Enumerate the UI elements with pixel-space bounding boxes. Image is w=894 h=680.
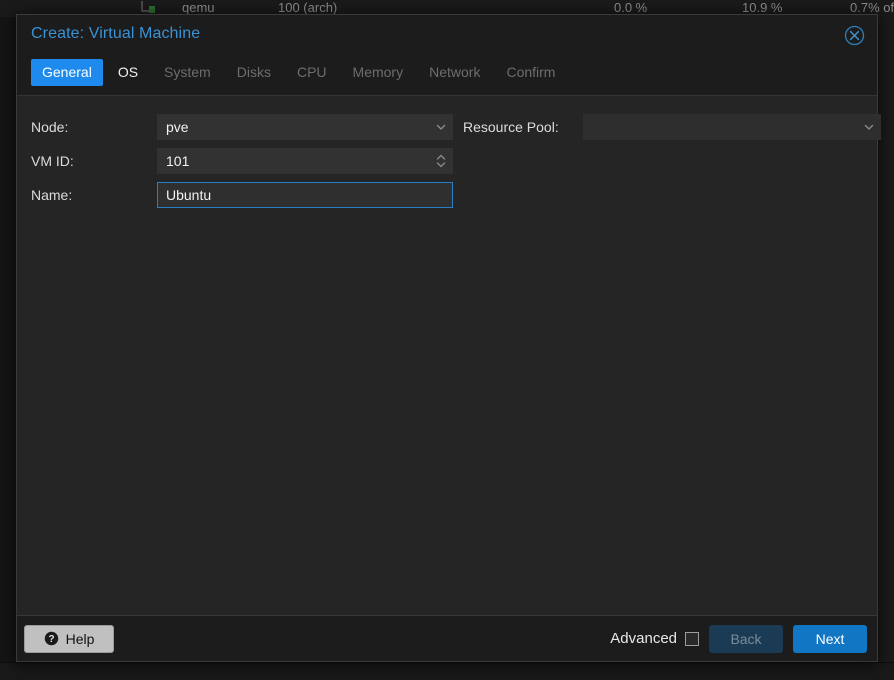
dialog-header: Create: Virtual Machine — [17, 15, 877, 59]
dialog-body: Node: pve VM ID: 101 Name: Ubuntu Resour… — [17, 96, 881, 615]
vmid-value: 101 — [166, 153, 190, 169]
tab-cpu: CPU — [296, 64, 327, 80]
tab-system: System — [164, 64, 211, 80]
name-value: Ubuntu — [166, 187, 212, 203]
field-row-vmid: VM ID: 101 — [29, 144, 453, 178]
back-button: Back — [709, 624, 783, 653]
resource-pool-label: Resource Pool: — [463, 119, 559, 135]
dialog-title: Create: Virtual Machine — [31, 25, 201, 42]
tab-confirm: Confirm — [506, 64, 556, 80]
svg-text:?: ? — [48, 634, 54, 645]
vmid-stepper[interactable]: 101 — [157, 148, 453, 174]
background-bottom-strip — [0, 662, 894, 680]
field-row-name: Name: Ubuntu — [29, 178, 453, 212]
background-left-strip — [0, 17, 16, 680]
vmid-label: VM ID: — [31, 153, 74, 169]
field-row-resource-pool: Resource Pool: — [461, 110, 881, 144]
background-memory-value: 10.9 % — [742, 0, 783, 15]
dialog-tabbar: General OS System Disks CPU Memory Netwo… — [17, 59, 877, 96]
create-virtual-machine-dialog: Create: Virtual Machine General OS Syste… — [16, 14, 881, 662]
background-type-label: qemu — [182, 0, 215, 15]
advanced-label: Advanced — [610, 630, 677, 647]
node-label: Node: — [31, 119, 69, 135]
next-button[interactable]: Next — [793, 624, 867, 653]
field-row-node: Node: pve — [29, 110, 453, 144]
help-button-label: Help — [65, 630, 95, 647]
form-column-right: Resource Pool: — [461, 110, 881, 144]
close-circle-icon[interactable] — [844, 25, 865, 46]
chevron-down-icon[interactable] — [858, 115, 880, 139]
tab-memory: Memory — [352, 64, 404, 80]
help-button[interactable]: ? Help — [24, 624, 114, 653]
tab-network: Network — [429, 64, 481, 80]
advanced-checkbox[interactable] — [685, 631, 699, 646]
name-input[interactable]: Ubuntu — [157, 182, 453, 208]
chevron-down-icon[interactable] — [430, 115, 452, 139]
dialog-footer: ? Help Advanced Back Next — [17, 615, 877, 661]
background-vm-label: 100 (arch) — [278, 0, 338, 15]
advanced-toggle[interactable]: Advanced — [610, 630, 699, 647]
tab-disks: Disks — [236, 64, 271, 80]
name-label: Name: — [31, 187, 73, 203]
background-disk-value: 0.7% of 4 — [850, 0, 894, 15]
spinner-updown-icon[interactable] — [430, 149, 452, 173]
node-value: pve — [166, 119, 189, 135]
question-circle-icon: ? — [44, 631, 58, 646]
footer-actions: Advanced Back Next — [610, 624, 867, 653]
background-cpu-value: 0.0 % — [614, 0, 648, 15]
tree-branch-icon — [141, 1, 155, 13]
tab-general[interactable]: General — [31, 59, 103, 86]
node-select[interactable]: pve — [157, 114, 453, 140]
resource-pool-select[interactable] — [583, 114, 881, 140]
form-column-left: Node: pve VM ID: 101 Name: Ubuntu — [29, 110, 453, 212]
tab-os[interactable]: OS — [107, 59, 149, 86]
